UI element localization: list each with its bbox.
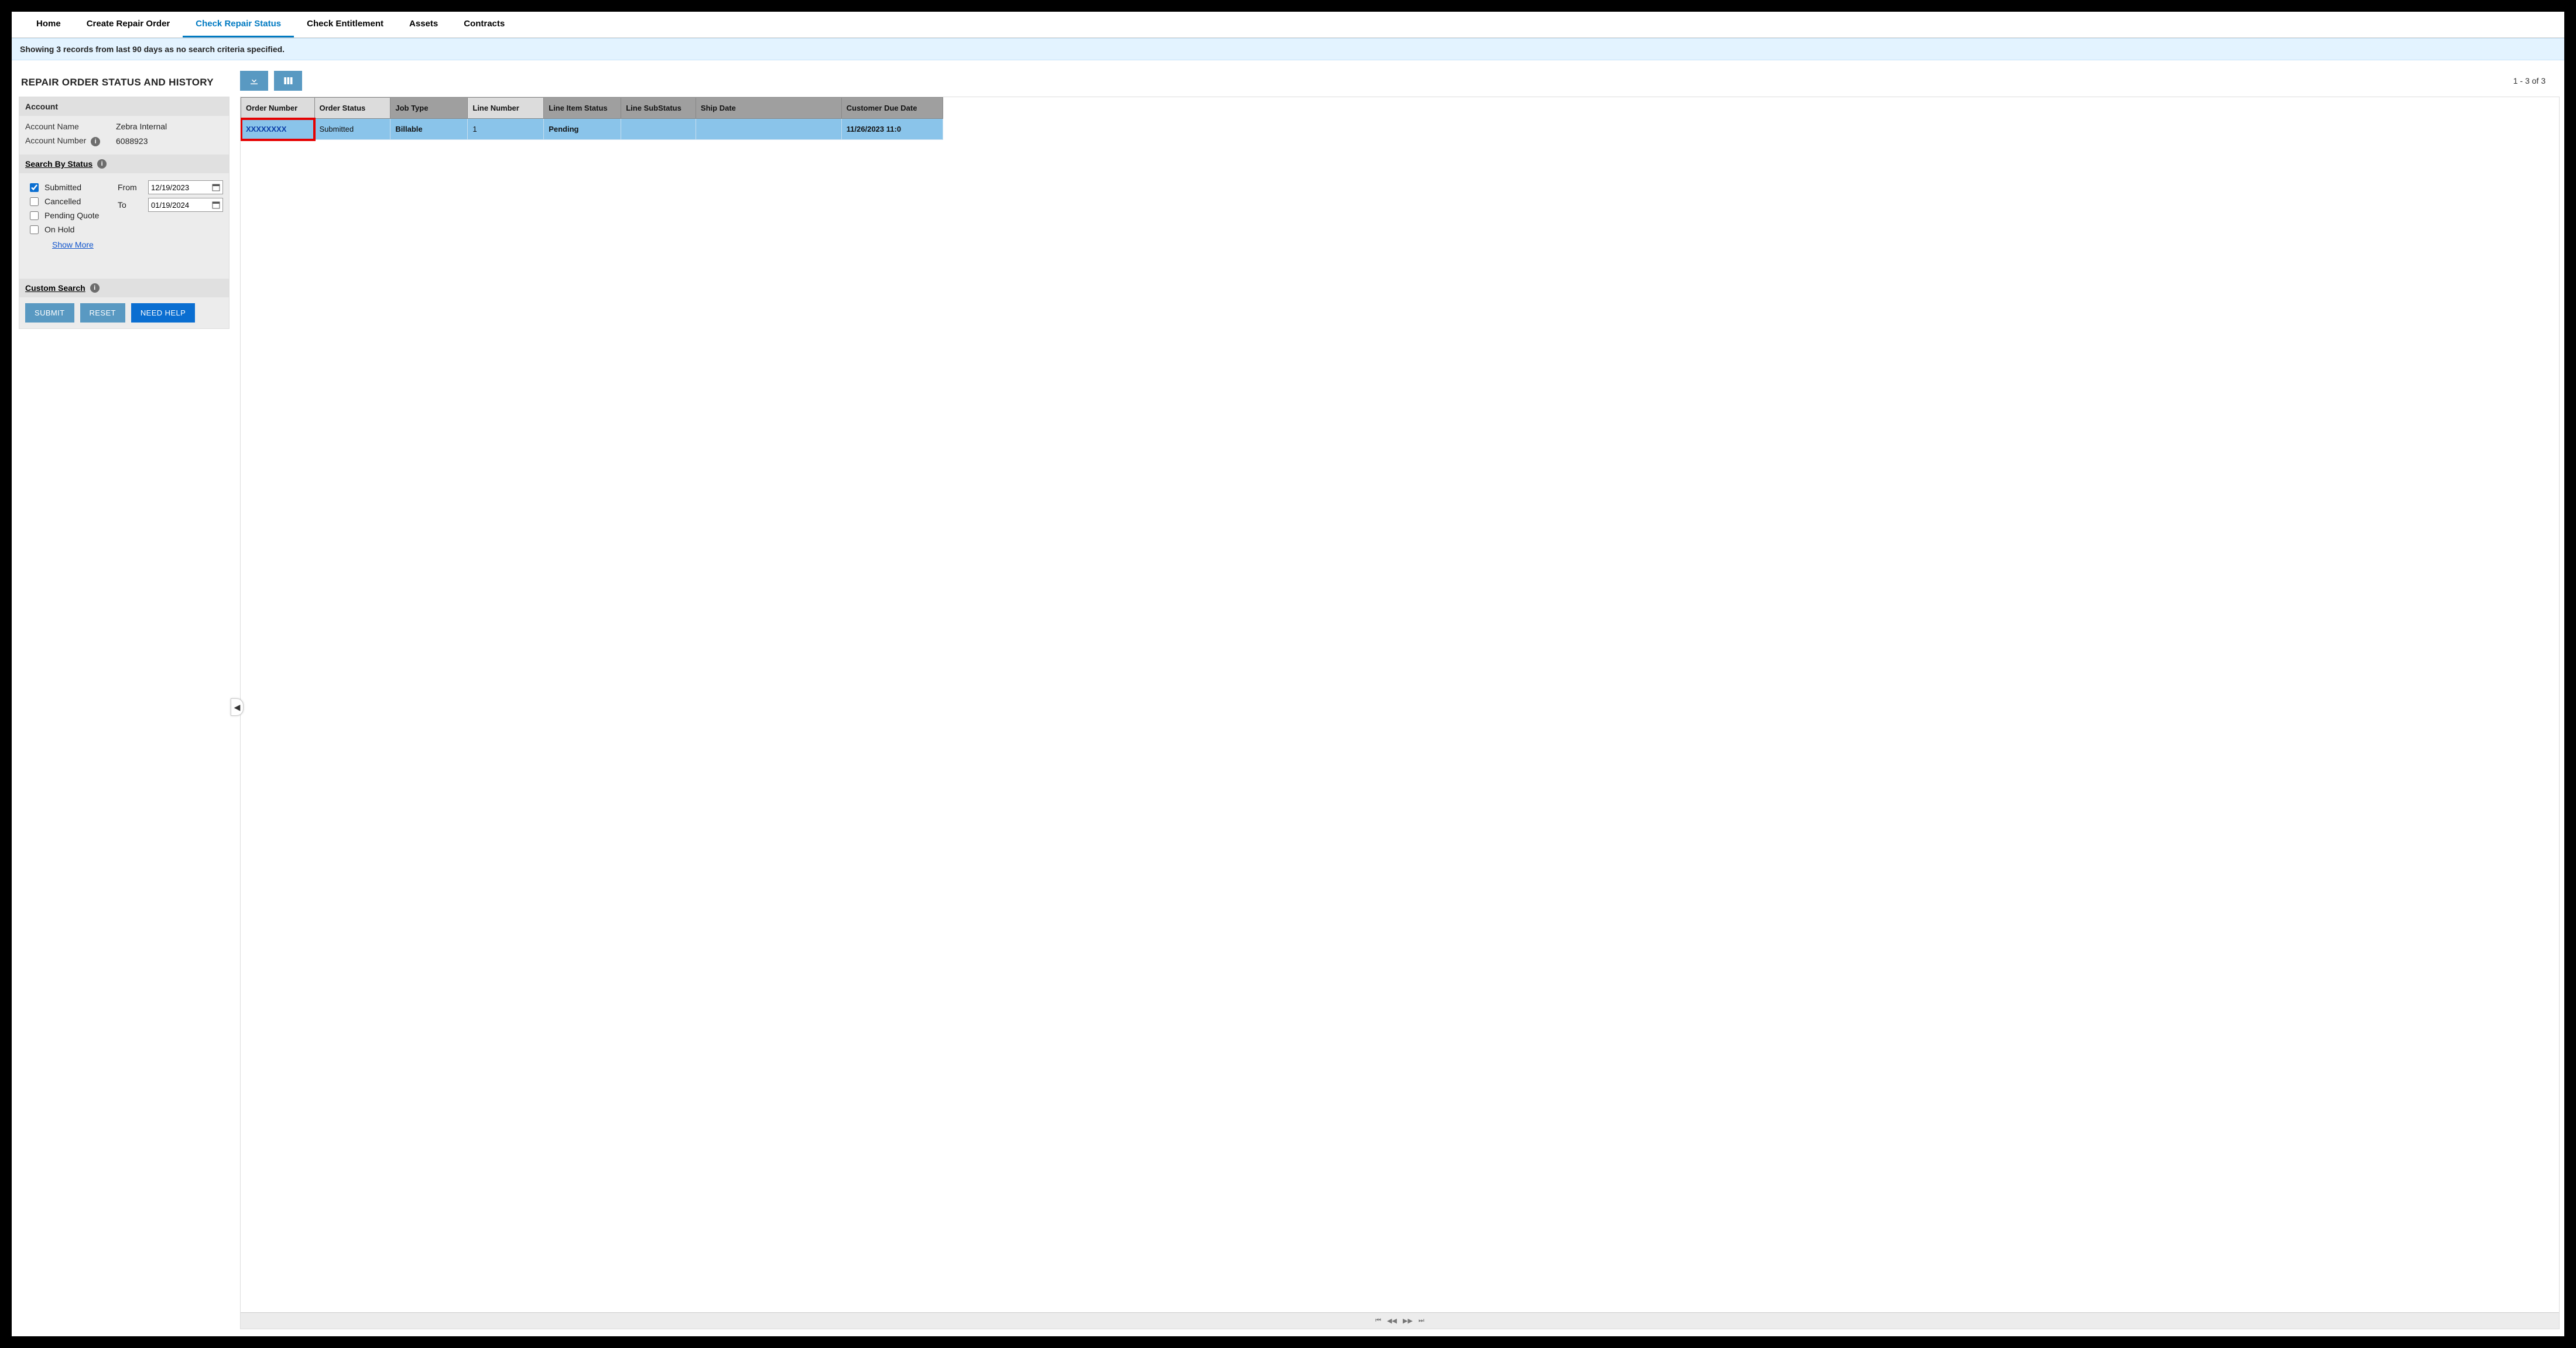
page-next-icon[interactable]: ▶▶ (1403, 1317, 1413, 1325)
grid-wrap: Order NumberOrder StatusJob TypeLine Num… (240, 97, 2560, 1329)
columns-icon (283, 76, 293, 86)
grid-col-customer-due-date[interactable]: Customer Due Date (841, 98, 943, 119)
status-checkbox-on-hold[interactable]: On Hold (30, 222, 113, 236)
cell-line-item-status: Pending (544, 119, 621, 140)
chevron-left-icon: ◀ (234, 702, 241, 712)
collapse-sidebar-toggle[interactable]: ◀ (231, 698, 244, 716)
cell-order-number: XXXXXXXX (241, 119, 315, 140)
info-icon[interactable]: i (91, 137, 100, 146)
account-name-value: Zebra Internal (116, 122, 167, 131)
filter-panel: Account Account Name Zebra Internal Acco… (19, 97, 229, 329)
status-checkbox-input[interactable] (30, 225, 39, 234)
status-checkbox-label: On Hold (44, 225, 74, 234)
table-row[interactable]: XXXXXXXX SubmittedBillable1Pending 11/26/2… (241, 119, 943, 140)
status-checkbox-pending-quote[interactable]: Pending Quote (30, 208, 113, 222)
cell-job-type: Billable (390, 119, 468, 140)
nav-tab-check-entitlement[interactable]: Check Entitlement (294, 12, 396, 37)
nav-tab-assets[interactable]: Assets (396, 12, 451, 37)
account-header: Account (19, 97, 229, 116)
grid-header-row: Order NumberOrder StatusJob TypeLine Num… (241, 98, 943, 119)
nav-tab-home[interactable]: Home (23, 12, 74, 37)
download-icon (249, 76, 259, 86)
grid-col-order-status[interactable]: Order Status (314, 98, 390, 119)
status-area: Submitted Cancelled Pending Quote On Hold Sh… (19, 173, 229, 279)
info-banner: Showing 3 records from last 90 days as n… (12, 38, 2564, 60)
nav-tabs: HomeCreate Repair OrderCheck Repair Stat… (12, 12, 2564, 38)
cell-ship-date (696, 119, 841, 140)
status-checkbox-cancelled[interactable]: Cancelled (30, 194, 113, 208)
status-checkbox-input[interactable] (30, 183, 39, 192)
app-root: HomeCreate Repair OrderCheck Repair Stat… (12, 12, 2564, 1336)
need-help-button[interactable]: NEED HELP (131, 303, 195, 323)
cell-line-substatus (621, 119, 696, 140)
grid-body: XXXXXXXX SubmittedBillable1Pending 11/26/2… (241, 119, 943, 140)
grid-col-line-item-status[interactable]: Line Item Status (544, 98, 621, 119)
account-number-value: 6088923 (116, 136, 148, 146)
nav-tab-create-repair-order[interactable]: Create Repair Order (74, 12, 183, 37)
cell-order-status: Submitted (314, 119, 390, 140)
date-range-column: From To (118, 180, 223, 276)
custom-search-label: Custom Search (25, 283, 85, 293)
show-more-link[interactable]: Show More (52, 240, 113, 249)
grid-col-line-substatus[interactable]: Line SubStatus (621, 98, 696, 119)
status-checkbox-input[interactable] (30, 211, 39, 220)
results-grid: Order NumberOrder StatusJob TypeLine Num… (241, 97, 943, 140)
status-checkbox-input[interactable] (30, 197, 39, 206)
record-count: 1 - 3 of 3 (2513, 76, 2557, 85)
paginator: ⏮ ◀◀ ▶▶ ⏭ (241, 1312, 2559, 1329)
action-buttons: SUBMIT RESET NEED HELP (19, 297, 229, 328)
to-date-label: To (118, 200, 143, 210)
from-date-label: From (118, 183, 143, 192)
status-checkbox-label: Cancelled (44, 197, 81, 206)
columns-button[interactable] (274, 71, 302, 91)
nav-tab-check-repair-status[interactable]: Check Repair Status (183, 12, 294, 37)
toolbar (240, 71, 302, 91)
page-prev-icon[interactable]: ◀◀ (1387, 1317, 1397, 1325)
grid-col-job-type[interactable]: Job Type (390, 98, 468, 119)
download-button[interactable] (240, 71, 268, 91)
cell-customer-due-date: 11/26/2023 11:0 (841, 119, 943, 140)
main-area: REPAIR ORDER STATUS AND HISTORY Account … (12, 60, 2564, 1336)
grid-scroll[interactable]: Order NumberOrder StatusJob TypeLine Num… (241, 97, 2559, 1312)
nav-tab-contracts[interactable]: Contracts (451, 12, 518, 37)
to-date-input[interactable] (148, 198, 223, 212)
search-by-status-header: Search By Status i (19, 155, 229, 173)
account-body: Account Name Zebra Internal Account Numb… (19, 116, 229, 155)
status-checkbox-label: Pending Quote (44, 211, 99, 220)
from-date-input[interactable] (148, 180, 223, 194)
status-checklist: Submitted Cancelled Pending Quote On Hold Sh… (30, 180, 113, 276)
search-by-status-label: Search By Status (25, 159, 93, 169)
status-checkbox-label: Submitted (44, 183, 81, 192)
status-checkbox-submitted[interactable]: Submitted (30, 180, 113, 194)
cell-line-number: 1 (468, 119, 544, 140)
grid-col-ship-date[interactable]: Ship Date (696, 98, 841, 119)
reset-button[interactable]: RESET (80, 303, 125, 323)
page-title: REPAIR ORDER STATUS AND HISTORY (19, 66, 229, 97)
account-number-label: Account Number i (25, 136, 116, 146)
page-last-icon[interactable]: ⏭ (1419, 1317, 1424, 1325)
info-icon[interactable]: i (90, 283, 100, 293)
order-number-link[interactable]: XXXXXXXX (246, 125, 286, 133)
results-column: 1 - 3 of 3 Order NumberOrder StatusJob T… (240, 66, 2560, 1329)
filter-sidebar: REPAIR ORDER STATUS AND HISTORY Account … (19, 66, 229, 1329)
grid-col-line-number[interactable]: Line Number (468, 98, 544, 119)
results-top-row: 1 - 3 of 3 (240, 66, 2560, 97)
page-first-icon[interactable]: ⏮ (1375, 1317, 1381, 1325)
grid-col-order-number[interactable]: Order Number (241, 98, 315, 119)
account-number-label-text: Account Number (25, 136, 86, 145)
info-icon[interactable]: i (97, 159, 107, 169)
custom-search-header: Custom Search i (19, 279, 229, 297)
submit-button[interactable]: SUBMIT (25, 303, 74, 323)
account-name-label: Account Name (25, 122, 116, 131)
